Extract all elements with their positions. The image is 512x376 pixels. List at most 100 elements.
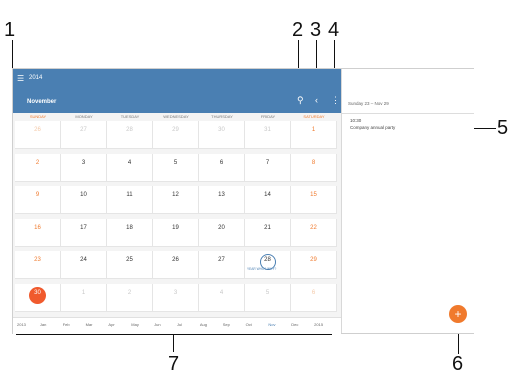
day-cell[interactable]: 29: [291, 251, 337, 279]
day-cell[interactable]: 24: [61, 251, 107, 279]
day-cell[interactable]: 25: [107, 251, 153, 279]
day-number: 18: [126, 224, 133, 231]
day-cell[interactable]: 26: [15, 121, 61, 149]
day-number: 26: [34, 127, 41, 133]
day-cell[interactable]: 1: [291, 121, 337, 149]
day-cell[interactable]: 30: [15, 283, 61, 312]
day-number: 30: [34, 289, 41, 296]
day-header-thursday: THURSDAY: [211, 114, 233, 119]
day-number: 20: [218, 224, 225, 231]
day-number: 24: [80, 257, 87, 263]
day-number: 29: [172, 127, 179, 133]
day-cell[interactable]: 8: [291, 153, 337, 182]
day-cell[interactable]: 6: [199, 153, 245, 182]
chevron-left-icon[interactable]: ‹: [315, 95, 318, 105]
day-cell[interactable]: 5: [245, 283, 291, 312]
event-time[interactable]: 10:30: [350, 118, 361, 123]
callout-4: 4: [328, 19, 340, 41]
day-number: 6: [311, 289, 316, 296]
add-event-button[interactable]: +: [449, 305, 467, 323]
day-number: 27: [218, 257, 225, 263]
day-cell[interactable]: 7: [245, 153, 291, 182]
month-title: November: [27, 99, 57, 105]
day-cell[interactable]: 18: [107, 218, 153, 247]
day-number: 26: [172, 257, 179, 263]
month-item[interactable]: Jun: [154, 322, 160, 327]
month-item[interactable]: Apr: [108, 322, 114, 327]
day-cell[interactable]: 9: [15, 186, 61, 214]
day-cell[interactable]: 1: [61, 283, 107, 312]
day-number: 5: [265, 289, 270, 296]
day-number: 3: [173, 289, 178, 296]
month-item[interactable]: Oct: [246, 322, 252, 327]
day-cell[interactable]: 30: [199, 121, 245, 149]
day-cell[interactable]: 22: [291, 218, 337, 247]
event-title[interactable]: Company annual party: [350, 125, 395, 130]
day-cell[interactable]: 12: [153, 186, 199, 214]
month-item[interactable]: Jan: [40, 322, 46, 327]
day-cell[interactable]: YEAR WHO? WHY? 28: [245, 251, 291, 279]
day-cell[interactable]: 29: [153, 121, 199, 149]
day-cell[interactable]: 26: [153, 251, 199, 279]
day-header-friday: FRIDAY: [260, 114, 276, 119]
month-item[interactable]: Dec: [291, 322, 298, 327]
year-label[interactable]: 2014: [29, 75, 42, 81]
month-item[interactable]: Mar: [86, 322, 93, 327]
day-header-wednesday: WEDNESDAY: [163, 114, 189, 119]
day-cell[interactable]: 3: [153, 283, 199, 312]
day-cell[interactable]: 4: [199, 283, 245, 312]
callout-2: 2: [292, 19, 304, 41]
day-cell[interactable]: 5: [153, 153, 199, 182]
month-item[interactable]: Sep: [223, 322, 230, 327]
month-item[interactable]: Nov: [268, 322, 275, 327]
month-item[interactable]: Jul: [177, 322, 182, 327]
day-cell[interactable]: 14: [245, 186, 291, 214]
day-cell[interactable]: 3: [61, 153, 107, 182]
day-cell[interactable]: 21: [245, 218, 291, 247]
hamburger-icon[interactable]: ☰: [17, 74, 24, 83]
day-cell[interactable]: 28: [107, 121, 153, 149]
day-cell[interactable]: 20: [199, 218, 245, 247]
search-icon[interactable]: ⚲: [297, 95, 304, 106]
agenda-panel: Sunday 23 – Nov 29 10:30 Company annual …: [341, 69, 474, 333]
day-cell[interactable]: 31: [245, 121, 291, 149]
day-number: 12: [172, 192, 179, 198]
month-item[interactable]: May: [131, 322, 139, 327]
day-cell[interactable]: 23: [15, 251, 61, 279]
day-number: 29: [310, 257, 317, 263]
day-number: 22: [310, 224, 317, 231]
month-scroller[interactable]: 2013 Jan Feb Mar Apr May Jun Jul Aug Sep Oct Nov Dec…: [13, 317, 341, 334]
callout-3: 3: [310, 19, 322, 41]
day-cell[interactable]: 10: [61, 186, 107, 214]
day-cell[interactable]: 2: [107, 283, 153, 312]
day-cell[interactable]: 19: [153, 218, 199, 247]
day-cell[interactable]: 6: [291, 283, 337, 312]
more-vert-icon[interactable]: ⋮: [331, 95, 340, 106]
event-indicator-label: YEAR WHO? WHY?: [247, 267, 277, 271]
callout-6: 6: [452, 353, 464, 375]
day-number: 23: [34, 257, 41, 263]
month-item[interactable]: Feb: [63, 322, 70, 327]
day-cell[interactable]: 4: [107, 153, 153, 182]
month-item[interactable]: Aug: [200, 322, 207, 327]
day-cell[interactable]: 2: [15, 153, 61, 182]
day-cell[interactable]: 16: [15, 218, 61, 247]
day-number: 8: [311, 159, 316, 166]
day-number: 1: [81, 289, 86, 296]
day-cell[interactable]: 11: [107, 186, 153, 214]
day-number: 30: [218, 127, 225, 133]
day-number: 1: [311, 127, 316, 133]
day-cell[interactable]: 27: [199, 251, 245, 279]
day-number: 15: [310, 192, 317, 198]
leader-line-7: [173, 334, 174, 352]
day-number: 5: [173, 159, 178, 166]
bracket-line-7: [16, 334, 332, 335]
day-cell[interactable]: 27: [61, 121, 107, 149]
day-cell[interactable]: 17: [61, 218, 107, 247]
day-cell[interactable]: 13: [199, 186, 245, 214]
day-cell[interactable]: 15: [291, 186, 337, 214]
day-number: 16: [34, 224, 41, 231]
month-item[interactable]: 2013: [17, 322, 26, 327]
month-item[interactable]: 2015: [314, 322, 323, 327]
day-number: 21: [264, 224, 271, 231]
